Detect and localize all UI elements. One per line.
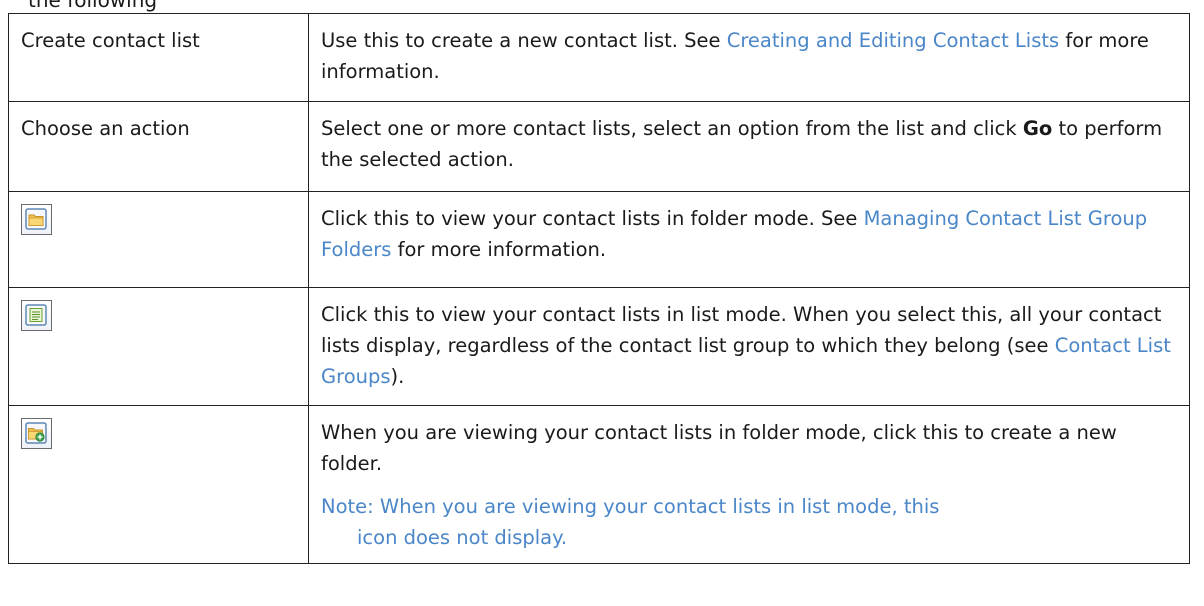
row-description-cell: When you are viewing your contact lists …	[308, 405, 1190, 564]
description-text: ).	[390, 365, 405, 388]
description-text: Select one or more contact lists, select…	[321, 117, 1023, 140]
list-view-icon	[21, 300, 52, 331]
row-icon-cell	[8, 191, 309, 288]
go-keyword: Go	[1022, 117, 1053, 140]
table-row: Click this to view your contact lists in…	[8, 191, 1190, 288]
new-folder-icon	[21, 418, 52, 449]
row-label-cell: Choose an action	[8, 101, 309, 192]
note-line: Note: When you are viewing your contact …	[321, 495, 940, 518]
description-text: Use this to create a new contact list. S…	[321, 29, 727, 52]
table-row: Create contact list Use this to create a…	[8, 13, 1190, 102]
row-label: Create contact list	[21, 29, 200, 52]
folder-view-icon	[21, 204, 52, 235]
note: Note: When you are viewing your contact …	[321, 491, 1177, 553]
description-text: Click this to view your contact lists in…	[321, 207, 864, 230]
row-label: Choose an action	[21, 117, 190, 140]
row-icon-cell	[8, 405, 309, 564]
cut-off-text: the following	[0, 0, 1204, 14]
table-row: When you are viewing your contact lists …	[8, 405, 1190, 564]
note-line: icon does not display.	[357, 526, 568, 549]
row-description-cell: Select one or more contact lists, select…	[308, 101, 1190, 192]
reference-table: Create contact list Use this to create a…	[8, 13, 1190, 564]
description-text: Click this to view your contact lists in…	[321, 303, 1162, 357]
row-description-cell: Click this to view your contact lists in…	[308, 191, 1190, 288]
row-label-cell: Create contact list	[8, 13, 309, 102]
table-row: Click this to view your contact lists in…	[8, 287, 1190, 406]
description-text: When you are viewing your contact lists …	[321, 421, 1117, 475]
row-description-cell: Click this to view your contact lists in…	[308, 287, 1190, 406]
row-description-cell: Use this to create a new contact list. S…	[308, 13, 1190, 102]
description-text: for more information.	[391, 238, 607, 261]
creating-editing-contact-lists-link[interactable]: Creating and Editing Contact Lists	[727, 29, 1059, 52]
table-row: Choose an action Select one or more cont…	[8, 101, 1190, 192]
row-icon-cell	[8, 287, 309, 406]
cut-off-text-label: the following	[28, 0, 158, 12]
